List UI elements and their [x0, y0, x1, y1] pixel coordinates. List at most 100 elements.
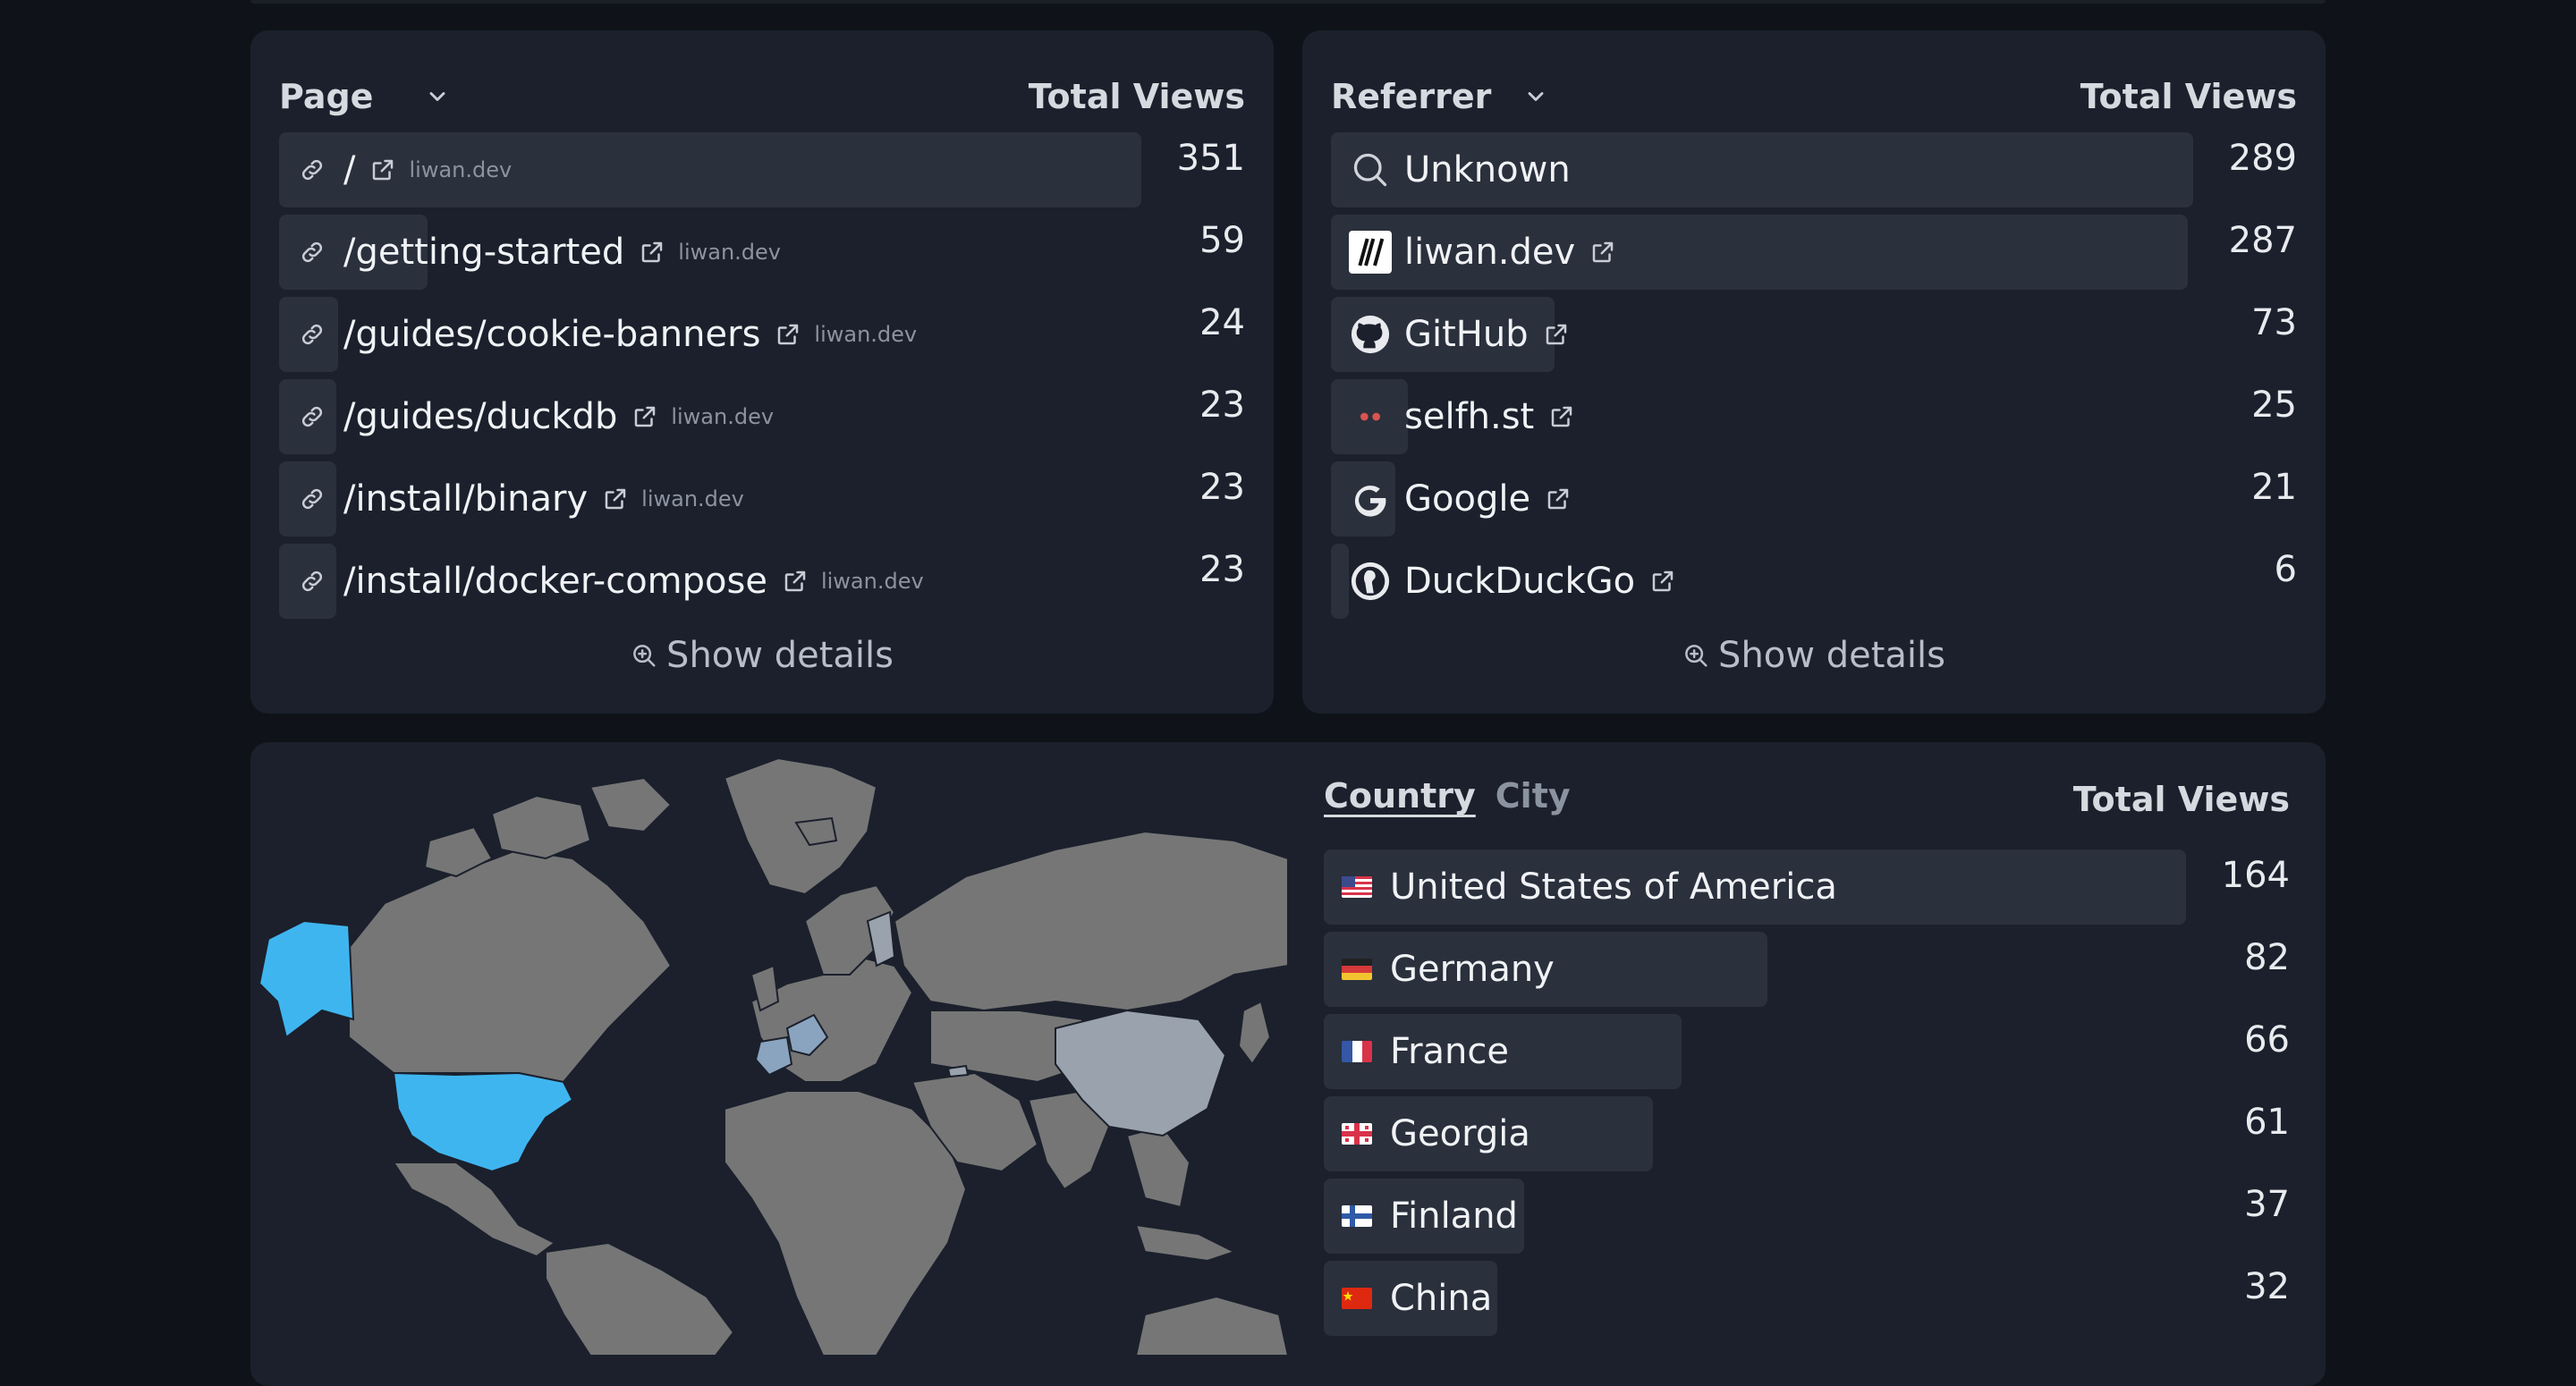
link-icon — [297, 484, 327, 514]
page-path: /install/binary — [343, 478, 589, 520]
top-card-edge — [250, 0, 2326, 4]
view-count: 21 — [2251, 467, 2297, 508]
list-item[interactable]: /getting-started liwan.dev 59 — [279, 215, 1245, 290]
link-icon — [297, 319, 327, 350]
page-domain: liwan.dev — [820, 569, 924, 594]
link-icon — [297, 566, 327, 596]
list-item[interactable]: /guides/cookie-banners liwan.dev 24 — [279, 297, 1245, 372]
fr-flag-icon — [1342, 1041, 1372, 1062]
external-link-icon[interactable] — [1548, 403, 1575, 430]
world-map[interactable] — [250, 742, 1288, 1356]
list-item[interactable]: Georgia 61 — [1324, 1096, 2290, 1171]
country-name: France — [1390, 1031, 1510, 1072]
zoom-in-icon — [1685, 645, 1707, 667]
map-region — [1134, 1223, 1237, 1263]
view-count: 351 — [1176, 138, 1245, 179]
view-count: 61 — [2244, 1102, 2290, 1143]
view-count: 24 — [1199, 302, 1245, 343]
ge-flag-icon — [1342, 1123, 1372, 1145]
view-count: 6 — [2274, 549, 2297, 590]
external-link-icon[interactable] — [782, 568, 809, 595]
external-link-icon[interactable] — [1589, 239, 1616, 266]
link-icon — [297, 401, 327, 432]
list-item[interactable]: /install/docker-compose liwan.dev 23 — [279, 544, 1245, 619]
liwan-logo-icon — [1349, 231, 1392, 274]
list-item[interactable]: United States of America 164 — [1324, 849, 2290, 925]
chevron-down-icon — [429, 92, 445, 101]
country-name: Germany — [1390, 949, 1555, 990]
cn-flag-icon — [1342, 1288, 1372, 1309]
page-domain: liwan.dev — [814, 322, 918, 347]
list-item[interactable]: / liwan.dev 351 — [279, 132, 1245, 207]
list-item[interactable]: selfh.st 25 — [1331, 379, 2297, 454]
list-item[interactable]: GitHub 73 — [1331, 297, 2297, 372]
referrer-name: GitHub — [1404, 314, 1529, 355]
show-details-button[interactable]: Show details — [1302, 635, 2326, 676]
view-count: 73 — [2251, 302, 2297, 343]
list-item[interactable]: liwan.dev 287 — [1331, 215, 2297, 290]
map-region — [1125, 1125, 1191, 1209]
external-link-icon[interactable] — [1543, 321, 1570, 348]
list-item[interactable]: DuckDuckGo 6 — [1331, 544, 2297, 619]
chevron-down-icon — [1528, 92, 1544, 101]
external-link-icon[interactable] — [1545, 486, 1572, 512]
map-region — [1134, 1295, 1288, 1356]
show-details-label: Show details — [1718, 635, 1945, 676]
view-count: 287 — [2228, 220, 2297, 261]
external-link-icon[interactable] — [775, 321, 801, 348]
page-domain: liwan.dev — [641, 486, 744, 511]
page-domain: liwan.dev — [671, 404, 775, 429]
map-region-georgia — [946, 1064, 970, 1078]
show-details-label: Show details — [666, 635, 894, 676]
referrer-name: Unknown — [1404, 149, 1571, 190]
list-item[interactable]: Finland 37 — [1324, 1179, 2290, 1254]
tab-city[interactable]: City — [1496, 776, 1571, 816]
external-link-icon[interactable] — [1649, 568, 1676, 595]
external-link-icon[interactable] — [369, 156, 396, 183]
view-count: 82 — [2244, 937, 2290, 978]
list-item[interactable]: /install/binary liwan.dev 23 — [279, 461, 1245, 537]
referrer-name: Google — [1404, 478, 1531, 520]
map-region-alaska — [258, 919, 355, 1039]
referrer-dimension-select[interactable]: Referrer — [1331, 77, 1548, 116]
view-count: 23 — [1199, 549, 1245, 590]
map-region-finland — [866, 910, 896, 968]
link-icon — [297, 155, 327, 185]
referrer-name: selfh.st — [1404, 396, 1535, 437]
page-path: /install/docker-compose — [343, 561, 767, 602]
page-path: /guides/cookie-banners — [343, 314, 761, 355]
metric-label: Total Views — [1028, 77, 1245, 116]
view-count: 289 — [2228, 138, 2297, 179]
tab-country[interactable]: Country — [1324, 776, 1476, 816]
page-dimension-label: Page — [279, 77, 374, 116]
referrer-dimension-label: Referrer — [1331, 77, 1492, 116]
map-region — [392, 1162, 556, 1258]
map-region — [545, 1241, 735, 1356]
us-flag-icon — [1342, 876, 1372, 898]
page-domain: liwan.dev — [678, 240, 782, 265]
selfhst-icon — [1349, 395, 1392, 438]
country-list: United States of America 164 Germany 82 … — [1324, 849, 2290, 1356]
list-item[interactable]: France 66 — [1324, 1014, 2290, 1089]
list-item[interactable]: China 32 — [1324, 1261, 2290, 1336]
show-details-button[interactable]: Show details — [250, 635, 1274, 676]
fi-flag-icon — [1342, 1205, 1372, 1227]
view-count: 37 — [2244, 1184, 2290, 1225]
page-dimension-select[interactable]: Page — [279, 77, 450, 116]
list-item[interactable]: /guides/duckdb liwan.dev 23 — [279, 379, 1245, 454]
map-region — [348, 848, 673, 1084]
map-region — [724, 1090, 968, 1356]
map-region — [490, 794, 592, 860]
list-item[interactable]: Unknown 289 — [1331, 132, 2297, 207]
list-item[interactable]: Google 21 — [1331, 461, 2297, 537]
map-region — [893, 830, 1288, 1012]
country-name: Finland — [1390, 1196, 1518, 1237]
page-domain: liwan.dev — [409, 157, 513, 182]
external-link-icon[interactable] — [639, 239, 665, 266]
list-item[interactable]: Germany 82 — [1324, 932, 2290, 1007]
country-name: Georgia — [1390, 1113, 1530, 1154]
external-link-icon[interactable] — [602, 486, 629, 512]
duckduckgo-icon — [1349, 560, 1392, 603]
external-link-icon[interactable] — [631, 403, 658, 430]
metric-label: Total Views — [2080, 77, 2297, 116]
